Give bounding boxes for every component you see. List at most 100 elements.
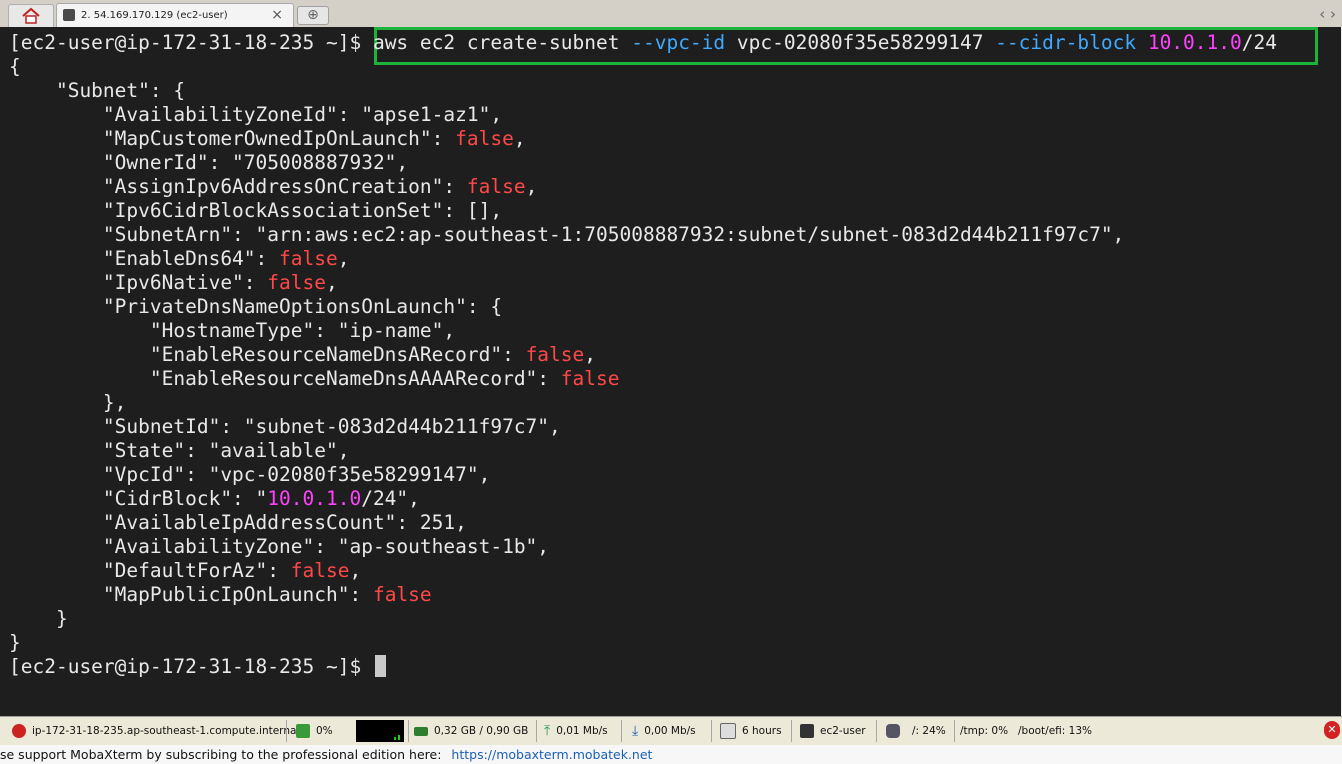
chevron-right-icon[interactable]: › — [1330, 5, 1336, 23]
new-tab-button[interactable]: ⊕ — [297, 6, 329, 25]
terminal-text: "AssignIpv6AddressOnCreation": — [9, 175, 467, 198]
download-arrow-icon: ⤓ — [632, 723, 639, 739]
status-user[interactable]: ec2-user — [800, 721, 866, 741]
support-message: se support MobaXterm by subscribing to t… — [0, 747, 442, 762]
uptime-label: 6 hours — [742, 725, 782, 737]
terminal-text: [ec2-user@ip-172-31-18-235 ~]$ — [9, 31, 373, 54]
cpu-icon — [296, 724, 310, 738]
terminal-text: } — [9, 631, 21, 654]
terminal-icon — [63, 9, 75, 21]
status-divider — [876, 720, 877, 742]
status-uptime[interactable]: 6 hours — [720, 721, 782, 741]
terminal-text: false — [279, 247, 338, 270]
memory-label: 0,32 GB / 0,90 GB — [434, 725, 529, 737]
status-disk-boot[interactable]: /boot/efi: 13% — [1018, 721, 1092, 741]
terminal-text: false — [267, 271, 326, 294]
terminal-text: false — [525, 343, 585, 366]
tab-terminal-session[interactable]: 2. 54.169.170.129 (ec2-user) × — [56, 3, 294, 28]
terminal-text: --cidr-block — [995, 31, 1137, 54]
terminal-text: false — [372, 583, 432, 606]
terminal-text: , — [513, 127, 526, 150]
terminal-text: false — [290, 559, 350, 582]
status-divider — [791, 720, 792, 742]
status-disk-tmp[interactable]: /tmp: 0% — [960, 721, 1008, 741]
terminal-text: "EnableDns64": — [9, 247, 280, 270]
terminal-text: }, — [9, 391, 127, 414]
terminal-pane[interactable]: [ec2-user@ip-172-31-18-235 ~]$ aws ec2 c… — [0, 27, 1341, 716]
terminal-line: "SubnetArn": "arn:aws:ec2:ap-southeast-1… — [9, 223, 1277, 247]
terminal-line: "Ipv6CidrBlockAssociationSet": [], — [9, 199, 1277, 223]
terminal-text: , — [584, 343, 597, 366]
terminal-text: 10.0.1.0 — [267, 487, 362, 510]
tab-bar: 2. 54.169.170.129 (ec2-user) × ⊕ ‹ › — [0, 0, 1342, 28]
terminal-text: "PrivateDnsNameOptionsOnLaunch": { — [9, 295, 503, 318]
disk-tmp-label: /tmp: 0% — [960, 725, 1009, 737]
terminal-line: "EnableResourceNameDnsARecord": false, — [9, 343, 1277, 367]
terminal-line: "Subnet": { — [9, 79, 1277, 103]
terminal-line: [ec2-user@ip-172-31-18-235 ~]$ — [9, 655, 1277, 679]
terminal-text: "State": "available", — [9, 439, 350, 462]
terminal-line: "AvailabilityZoneId": "apse1-az1", — [9, 103, 1277, 127]
terminal-line: "VpcId": "vpc-02080f35e58299147", — [9, 463, 1277, 487]
user-label: ec2-user — [820, 725, 866, 737]
terminal-text: "EnableResourceNameDnsARecord": — [9, 343, 526, 366]
tab-nav-arrows[interactable]: ‹ › — [1319, 5, 1336, 23]
terminal-text: "MapPublicIpOnLaunch": — [9, 583, 373, 606]
tab-title: 2. 54.169.170.129 (ec2-user) — [81, 10, 228, 21]
status-upload[interactable]: ⤒ 0,01 Mb/s — [544, 721, 608, 741]
terminal-text: "Ipv6Native": — [9, 271, 268, 294]
terminal-text: "OwnerId": "705008887932", — [9, 151, 409, 174]
terminal-line: } — [9, 631, 1277, 655]
plus-icon: ⊕ — [307, 7, 319, 23]
status-divider — [408, 720, 409, 742]
terminal-line: [ec2-user@ip-172-31-18-235 ~]$ aws ec2 c… — [9, 31, 1277, 55]
terminal-line: "HostnameType": "ip-name", — [9, 319, 1277, 343]
mobaxterm-link[interactable]: https://mobaxterm.mobatek.net — [451, 747, 652, 762]
chevron-left-icon[interactable]: ‹ — [1319, 5, 1325, 23]
status-divider — [286, 720, 287, 742]
terminal-line: "AvailableIpAddressCount": 251, — [9, 511, 1277, 535]
terminal-text: , — [325, 271, 338, 294]
disk-boot-label: /boot/efi: 13% — [1018, 725, 1092, 737]
terminal-text: "Ipv6CidrBlockAssociationSet": [], — [9, 199, 503, 222]
terminal-text: "VpcId": "vpc-02080f35e58299147", — [9, 463, 491, 486]
disk-icon — [886, 724, 900, 738]
terminal-line: "EnableDns64": false, — [9, 247, 1277, 271]
cpu-graph-tick — [398, 735, 400, 740]
terminal-text: "AvailableIpAddressCount": 251, — [9, 511, 467, 534]
terminal-text: , — [337, 247, 350, 270]
terminal-line: "CidrBlock": "10.0.1.0/24", — [9, 487, 1277, 511]
status-download[interactable]: ⤓ 0,00 Mb/s — [632, 721, 696, 741]
terminal-line: "AvailabilityZone": "ap-southeast-1b", — [9, 535, 1277, 559]
terminal-line: "Ipv6Native": false, — [9, 271, 1277, 295]
terminal-line: "State": "available", — [9, 439, 1277, 463]
terminal-line: "SubnetId": "subnet-083d2d44b211f97c7", — [9, 415, 1277, 439]
cpu-graph-tick — [394, 737, 396, 740]
status-memory[interactable]: 0,32 GB / 0,90 GB — [414, 721, 528, 741]
status-cpu[interactable]: 0% — [296, 721, 333, 741]
footer-banner: se support MobaXterm by subscribing to t… — [0, 745, 1342, 764]
terminal-line: "MapCustomerOwnedIpOnLaunch": false, — [9, 127, 1277, 151]
host-label: ip-172-31-18-235.ap-southeast-1.compute.… — [32, 725, 300, 737]
terminal-text: false — [560, 367, 620, 390]
terminal-text: false — [466, 175, 526, 198]
redhat-icon — [12, 724, 26, 738]
terminal-text: vpc-02080f35e58299147 — [725, 31, 996, 54]
clock-icon — [720, 723, 736, 739]
disk-root-label: /: 24% — [912, 725, 946, 737]
close-icon[interactable]: × — [271, 7, 283, 23]
terminal-line: "MapPublicIpOnLaunch": false — [9, 583, 1277, 607]
status-disk[interactable]: /: 24% — [886, 721, 946, 741]
status-host[interactable]: ip-172-31-18-235.ap-southeast-1.compute.… — [12, 721, 299, 741]
cpu-graph — [356, 720, 404, 742]
terminal-line: "PrivateDnsNameOptionsOnLaunch": { — [9, 295, 1277, 319]
terminal-text: false — [455, 127, 514, 150]
home-tab[interactable] — [8, 4, 54, 28]
status-divider — [954, 720, 955, 742]
close-session-icon[interactable]: ✕ — [1324, 721, 1340, 739]
terminal-line: "DefaultForAz": false, — [9, 559, 1277, 583]
terminal-text: { — [9, 55, 21, 78]
terminal-line: "OwnerId": "705008887932", — [9, 151, 1277, 175]
terminal-text: "SubnetId": "subnet-083d2d44b211f97c7", — [9, 415, 561, 438]
